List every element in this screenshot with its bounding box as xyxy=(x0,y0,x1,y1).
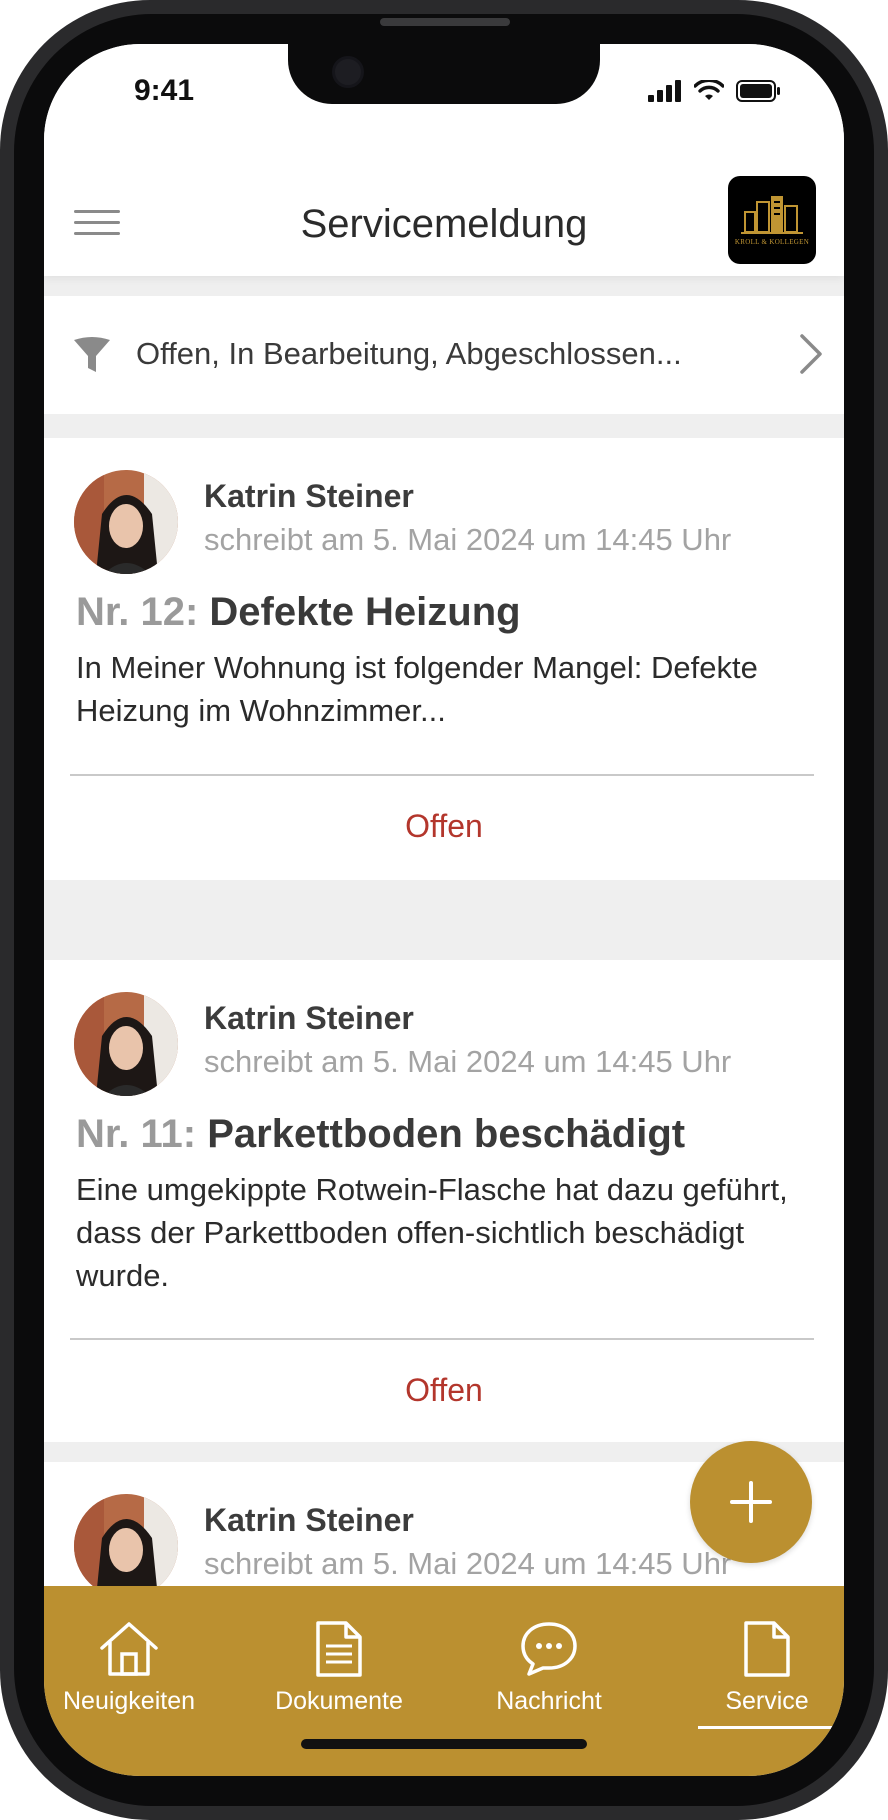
app-header: Servicemeldung KROLL & KOLLEGEN xyxy=(44,134,844,276)
screen: 9:41 Servicemeldung KROLL & KOLLEGEN Off… xyxy=(44,44,844,1776)
brand-logo: KROLL & KOLLEGEN xyxy=(728,176,816,264)
ticket-description: Eine umgekippte Rotwein-Flasche hat dazu… xyxy=(76,1172,788,1293)
speaker-grille xyxy=(380,18,510,26)
status-icons xyxy=(648,80,782,102)
author-name: Katrin Steiner xyxy=(204,1502,414,1538)
avatar xyxy=(74,992,178,1096)
phone-frame: 9:41 Servicemeldung KROLL & KOLLEGEN Off… xyxy=(0,0,888,1820)
tab-nachricht[interactable]: Nachricht xyxy=(454,1620,644,1716)
status-badge: Offen xyxy=(405,1372,483,1408)
tab-neuigkeiten[interactable]: Neuigkeiten xyxy=(44,1620,224,1716)
tab-label: Nachricht xyxy=(496,1687,602,1715)
funnel-filter-icon xyxy=(74,337,110,372)
author-name: Katrin Steiner xyxy=(204,1000,414,1036)
wifi-icon xyxy=(694,80,724,100)
avatar xyxy=(74,470,178,574)
divider xyxy=(70,1338,814,1340)
camera-icon xyxy=(332,56,364,88)
ticket-meta: schreibt am 5. Mai 2024 um 14:45 Uhr xyxy=(204,522,732,557)
page-title: Servicemeldung xyxy=(300,202,588,246)
ticket-meta: schreibt am 5. Mai 2024 um 14:45 Uhr xyxy=(204,1546,732,1581)
add-service-request-button[interactable] xyxy=(690,1441,812,1563)
ticket-card[interactable]: Katrin Steiner schreibt am 5. Mai 2024 u… xyxy=(44,960,844,1442)
ticket-title-text: Defekte Heizung xyxy=(209,590,521,634)
tab-label: Neuigkeiten xyxy=(62,1687,196,1715)
filter-label: Offen, In Bearbeitung, Abgeschlossen... xyxy=(136,336,682,371)
author-name: Katrin Steiner xyxy=(204,478,414,514)
tab-service[interactable]: Service xyxy=(672,1620,844,1716)
tab-label: Service xyxy=(725,1687,809,1715)
home-indicator[interactable] xyxy=(301,1739,587,1749)
avatar xyxy=(74,1494,178,1598)
status-badge: Offen xyxy=(405,808,483,844)
document-lines-icon xyxy=(316,1621,362,1677)
home-icon xyxy=(100,1622,158,1676)
notch xyxy=(288,44,600,104)
chevron-right-icon xyxy=(800,334,822,374)
ticket-meta: schreibt am 5. Mai 2024 um 14:45 Uhr xyxy=(204,1044,732,1079)
cellular-signal-icon xyxy=(648,80,681,102)
ticket-number: Nr. 12: xyxy=(76,590,199,634)
status-time: 9:41 xyxy=(134,74,195,107)
tab-label: Dokumente xyxy=(275,1687,403,1715)
battery-icon xyxy=(736,80,780,102)
logo-text: KROLL & KOLLEGEN xyxy=(734,238,810,246)
building-logo-icon xyxy=(741,196,803,234)
ticket-description: In Meiner Wohnung ist folgender Mangel: … xyxy=(76,650,758,728)
tab-dokumente[interactable]: Dokumente xyxy=(244,1620,434,1716)
ticket-title: Nr. 12: Defekte Heizung xyxy=(76,590,521,635)
document-icon xyxy=(744,1621,790,1677)
active-tab-indicator xyxy=(698,1726,838,1729)
ticket-title: Nr. 11: Parkettboden beschädigt xyxy=(76,1112,685,1157)
filter-row[interactable]: Offen, In Bearbeitung, Abgeschlossen... xyxy=(44,296,844,414)
plus-icon xyxy=(730,1481,772,1523)
chat-bubble-icon xyxy=(521,1622,577,1676)
ticket-number: Nr. 11: xyxy=(76,1112,197,1156)
ticket-card[interactable]: Katrin Steiner schreibt am 5. Mai 2024 u… xyxy=(44,438,844,880)
divider xyxy=(70,774,814,776)
ticket-title-text: Parkettboden beschädigt xyxy=(207,1112,686,1156)
